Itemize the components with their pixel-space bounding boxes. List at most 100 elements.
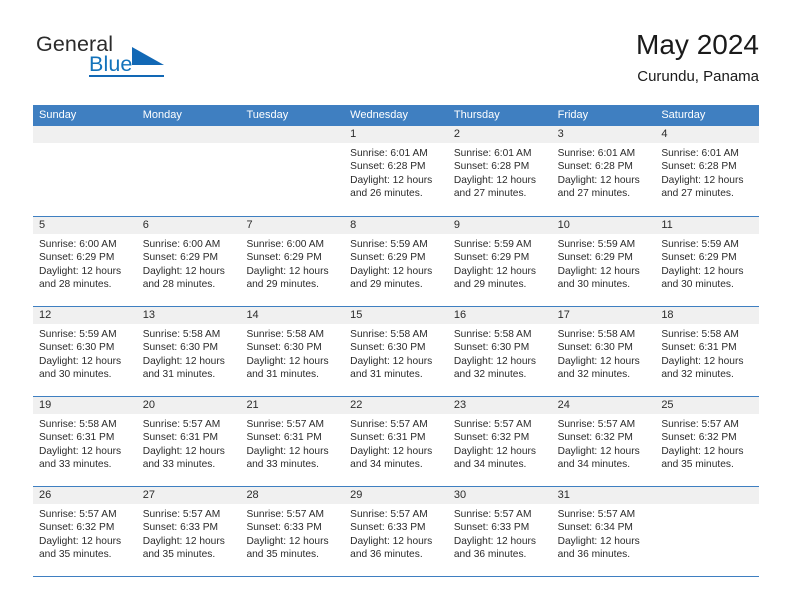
calendar-day-cell[interactable]: 3 Sunrise: 6:01 AM Sunset: 6:28 PM Daylight… — [551, 126, 656, 216]
calendar-day-cell[interactable]: 2 Sunrise: 6:01 AM Sunset: 6:28 PM Daylight… — [447, 126, 552, 216]
day-number: 22 — [350, 399, 363, 411]
daylight-text: Daylight: 12 hours and 36 minutes. — [350, 535, 433, 561]
day-number-band: 31 — [551, 487, 656, 504]
day-sun-info: Sunrise: 5:59 AM Sunset: 6:29 PM Daylight:… — [344, 234, 448, 292]
daylight-text: Daylight: 12 hours and 29 minutes. — [246, 265, 329, 291]
sunrise-text: Sunrise: 5:58 AM — [350, 329, 428, 340]
sunset-text: Sunset: 6:29 PM — [246, 252, 322, 264]
sunset-text: Sunset: 6:32 PM — [661, 432, 737, 444]
day-number-band: 7 — [240, 217, 345, 234]
sunset-text: Sunset: 6:31 PM — [246, 432, 322, 444]
calendar-day-cell-empty — [33, 126, 137, 216]
calendar-day-cell[interactable]: 7 Sunrise: 6:00 AM Sunset: 6:29 PM Daylight… — [240, 217, 345, 306]
sunset-text: Sunset: 6:29 PM — [557, 252, 633, 264]
calendar-week-row: 5 Sunrise: 6:00 AM Sunset: 6:29 PM Daylight… — [33, 216, 760, 306]
calendar-day-cell[interactable]: 25 Sunrise: 5:57 AM Sunset: 6:32 PM Dayligh… — [655, 397, 760, 486]
day-number: 30 — [453, 489, 467, 501]
sunrise-text: Sunrise: 5:57 AM — [246, 509, 325, 520]
day-number: 19 — [39, 399, 52, 411]
day-number: 14 — [246, 309, 259, 321]
day-number-band: 16 — [447, 307, 552, 324]
sunrise-text: Sunrise: 6:01 AM — [557, 148, 636, 159]
sunset-text: Sunset: 6:29 PM — [661, 252, 737, 264]
day-number-band: 8 — [344, 217, 448, 234]
calendar-day-cell[interactable]: 19 Sunrise: 5:58 AM Sunset: 6:31 PM Dayligh… — [33, 397, 137, 486]
day-number: 9 — [453, 219, 460, 231]
day-number: 2 — [453, 128, 460, 140]
calendar-day-cell[interactable]: 5 Sunrise: 6:00 AM Sunset: 6:29 PM Daylight… — [33, 217, 137, 306]
calendar-day-cell[interactable]: 27 Sunrise: 5:57 AM Sunset: 6:33 PM Dayligh… — [136, 487, 241, 576]
day-number: 24 — [557, 399, 570, 411]
calendar-day-cell[interactable]: 1 Sunrise: 6:01 AM Sunset: 6:28 PM Daylight… — [344, 126, 448, 216]
calendar-day-cell[interactable]: 26 Sunrise: 5:57 AM Sunset: 6:32 PM Dayligh… — [33, 487, 137, 576]
calendar-day-cell[interactable]: 9 Sunrise: 5:59 AM Sunset: 6:29 PM Daylight… — [447, 217, 552, 306]
calendar-day-cell[interactable]: 4 Sunrise: 6:01 AM Sunset: 6:28 PM Daylight… — [655, 126, 760, 216]
calendar-day-cell[interactable]: 24 Sunrise: 5:57 AM Sunset: 6:32 PM Dayligh… — [551, 397, 656, 486]
calendar-week-row: 26 Sunrise: 5:57 AM Sunset: 6:32 PM Dayligh… — [33, 486, 760, 576]
day-sun-info: Sunrise: 5:57 AM Sunset: 6:32 PM Daylight:… — [655, 414, 759, 472]
day-sun-info: Sunrise: 5:58 AM Sunset: 6:30 PM Daylight:… — [448, 324, 552, 382]
sunrise-text: Sunrise: 5:59 AM — [557, 239, 636, 250]
calendar-day-cell[interactable]: 12 Sunrise: 5:59 AM Sunset: 6:30 PM Dayligh… — [33, 307, 137, 396]
weekday-header-thursday: Thursday — [453, 109, 500, 121]
day-number: 12 — [39, 309, 52, 321]
daylight-text: Daylight: 12 hours and 32 minutes. — [557, 355, 640, 381]
calendar-day-cell[interactable]: 8 Sunrise: 5:59 AM Sunset: 6:29 PM Daylight… — [344, 217, 448, 306]
day-sun-info: Sunrise: 6:00 AM Sunset: 6:29 PM Daylight:… — [137, 234, 241, 292]
calendar-day-cell[interactable]: 10 Sunrise: 5:59 AM Sunset: 6:29 PM Dayligh… — [551, 217, 656, 306]
sunset-text: Sunset: 6:34 PM — [557, 522, 633, 534]
sunrise-text: Sunrise: 5:57 AM — [661, 419, 739, 430]
day-number-band: 20 — [136, 397, 241, 414]
calendar-day-cell[interactable]: 22 Sunrise: 5:57 AM Sunset: 6:31 PM Dayligh… — [344, 397, 448, 486]
calendar-day-cell[interactable]: 13 Sunrise: 5:58 AM Sunset: 6:30 PM Dayligh… — [136, 307, 241, 396]
sunset-text: Sunset: 6:32 PM — [39, 522, 115, 534]
weekday-header-wednesday: Wednesday — [350, 109, 409, 121]
calendar-day-cell[interactable]: 17 Sunrise: 5:58 AM Sunset: 6:30 PM Dayligh… — [551, 307, 656, 396]
sunrise-text: Sunrise: 5:57 AM — [557, 419, 636, 430]
day-sun-info: Sunrise: 5:58 AM Sunset: 6:30 PM Daylight:… — [344, 324, 448, 382]
sunrise-text: Sunrise: 5:57 AM — [453, 509, 532, 520]
sunset-text: Sunset: 6:30 PM — [39, 342, 115, 354]
day-number: 18 — [661, 309, 674, 321]
daylight-text: Daylight: 12 hours and 29 minutes. — [453, 265, 536, 291]
day-number: 17 — [557, 309, 570, 321]
sunset-text: Sunset: 6:31 PM — [142, 432, 219, 444]
calendar-body: 1 Sunrise: 6:01 AM Sunset: 6:28 PM Daylight… — [33, 126, 760, 576]
day-sun-info: Sunrise: 6:00 AM Sunset: 6:29 PM Daylight:… — [240, 234, 344, 292]
day-sun-info: Sunrise: 5:59 AM Sunset: 6:29 PM Daylight:… — [552, 234, 656, 292]
logo-text-blue: Blue — [89, 52, 133, 76]
calendar-day-cell[interactable]: 30 Sunrise: 5:57 AM Sunset: 6:33 PM Dayligh… — [447, 487, 552, 576]
calendar-day-cell[interactable]: 18 Sunrise: 5:58 AM Sunset: 6:31 PM Dayligh… — [655, 307, 760, 396]
calendar-day-cell[interactable]: 15 Sunrise: 5:58 AM Sunset: 6:30 PM Dayligh… — [344, 307, 448, 396]
sunrise-text: Sunrise: 5:57 AM — [39, 509, 117, 520]
calendar-day-cell[interactable]: 29 Sunrise: 5:57 AM Sunset: 6:33 PM Dayligh… — [344, 487, 448, 576]
calendar-day-cell[interactable]: 21 Sunrise: 5:57 AM Sunset: 6:31 PM Dayligh… — [240, 397, 345, 486]
calendar-day-cell[interactable]: 6 Sunrise: 6:00 AM Sunset: 6:29 PM Daylight… — [136, 217, 241, 306]
day-sun-info: Sunrise: 5:57 AM Sunset: 6:34 PM Daylight:… — [552, 504, 656, 562]
weekday-header-friday: Friday — [557, 109, 589, 121]
day-number: 13 — [142, 309, 155, 321]
day-number: 3 — [557, 128, 564, 140]
day-number-band: 26 — [33, 487, 137, 504]
calendar-day-cell[interactable]: 16 Sunrise: 5:58 AM Sunset: 6:30 PM Dayligh… — [447, 307, 552, 396]
calendar-day-cell[interactable]: 20 Sunrise: 5:57 AM Sunset: 6:31 PM Dayligh… — [136, 397, 241, 486]
day-number-band: 24 — [551, 397, 656, 414]
general-blue-logo[interactable]: General Blue — [33, 33, 263, 90]
sunset-text: Sunset: 6:33 PM — [142, 522, 219, 534]
sunrise-text: Sunrise: 6:00 AM — [142, 239, 221, 250]
daylight-text: Daylight: 12 hours and 28 minutes. — [142, 265, 225, 291]
calendar-day-cell[interactable]: 31 Sunrise: 5:57 AM Sunset: 6:34 PM Dayligh… — [551, 487, 656, 576]
calendar-day-cell[interactable]: 11 Sunrise: 5:59 AM Sunset: 6:29 PM Dayligh… — [655, 217, 760, 306]
weekday-header-monday: Monday — [142, 109, 182, 121]
sunset-text: Sunset: 6:29 PM — [142, 252, 219, 264]
sunrise-text: Sunrise: 5:57 AM — [350, 509, 428, 520]
calendar-day-cell[interactable]: 28 Sunrise: 5:57 AM Sunset: 6:33 PM Dayligh… — [240, 487, 345, 576]
daylight-text: Daylight: 12 hours and 33 minutes. — [39, 445, 122, 471]
sunset-text: Sunset: 6:30 PM — [246, 342, 322, 354]
day-number-band: 12 — [33, 307, 137, 324]
daylight-text: Daylight: 12 hours and 30 minutes. — [661, 265, 744, 291]
calendar-day-cell[interactable]: 23 Sunrise: 5:57 AM Sunset: 6:32 PM Dayligh… — [447, 397, 552, 486]
calendar-day-cell[interactable]: 14 Sunrise: 5:58 AM Sunset: 6:30 PM Dayligh… — [240, 307, 345, 396]
day-number-band — [136, 126, 241, 143]
sunrise-text: Sunrise: 6:01 AM — [453, 148, 532, 159]
